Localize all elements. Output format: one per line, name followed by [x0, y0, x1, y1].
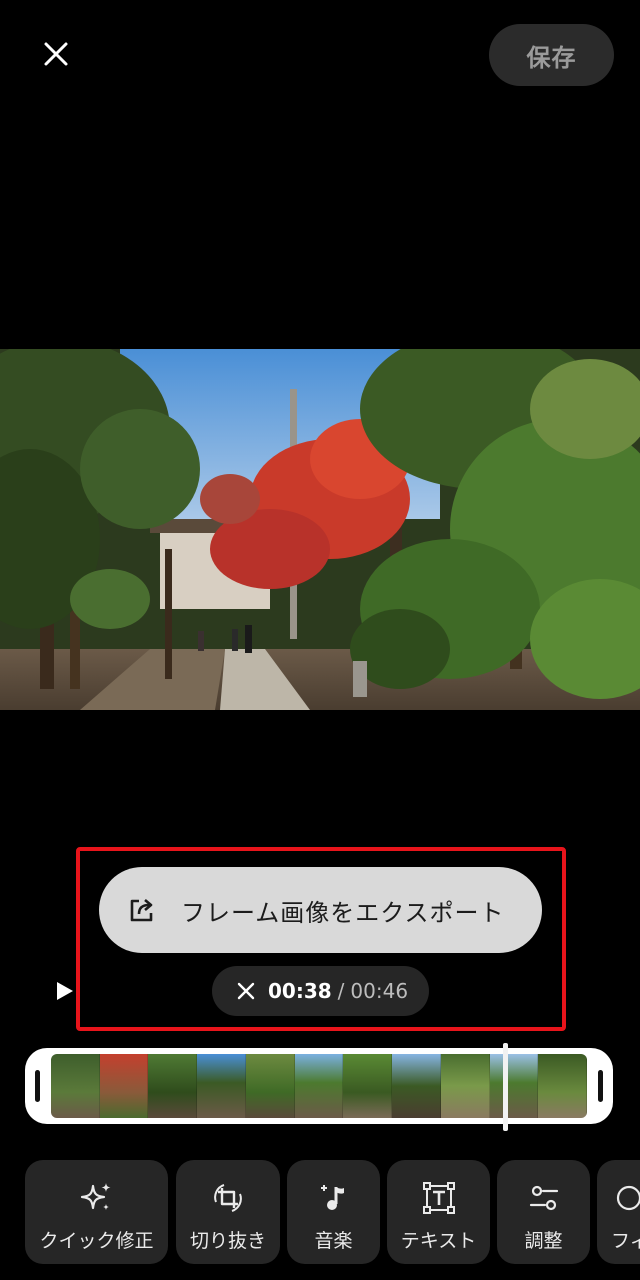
tool-music-label: 音楽: [314, 1230, 353, 1252]
film-frame: [489, 1054, 539, 1118]
crop-rotate-icon: [210, 1180, 246, 1216]
tool-crop[interactable]: 切り抜き: [176, 1160, 280, 1264]
film-frame: [440, 1054, 490, 1118]
tool-text-label: テキスト: [400, 1230, 477, 1252]
save-button[interactable]: 保存: [489, 24, 614, 86]
film-frame: [99, 1054, 149, 1118]
tool-quick-fix[interactable]: クイック修正: [25, 1160, 168, 1264]
film-frame: [245, 1054, 295, 1118]
film-frame: [148, 1054, 198, 1118]
close-button[interactable]: [28, 26, 84, 82]
tool-adjust-label: 調整: [524, 1230, 563, 1252]
tool-filter[interactable]: フィ: [597, 1160, 640, 1264]
film-frame: [51, 1054, 100, 1118]
tool-quick-fix-label: クイック修正: [39, 1230, 154, 1252]
export-frame-button[interactable]: フレーム画像をエクスポート: [99, 867, 542, 953]
export-frame-label: フレーム画像をエクスポート: [181, 898, 505, 927]
video-preview: [0, 349, 640, 710]
total-time: 00:46: [350, 979, 409, 1003]
tool-text[interactable]: テキスト: [387, 1160, 490, 1264]
adjust-icon: [526, 1180, 562, 1216]
timeline-scrubber[interactable]: [25, 1048, 613, 1124]
close-icon: [44, 42, 68, 66]
text-icon: [421, 1180, 457, 1216]
playhead[interactable]: [503, 1043, 508, 1131]
film-frame: [538, 1054, 587, 1118]
film-frame: [343, 1054, 393, 1118]
play-button[interactable]: [50, 976, 80, 1006]
filter-icon: [611, 1180, 640, 1216]
film-frame: [392, 1054, 441, 1118]
time-indicator: 00:38 / 00:46: [212, 966, 429, 1016]
tool-crop-label: 切り抜き: [189, 1230, 266, 1252]
tool-adjust[interactable]: 調整: [497, 1160, 590, 1264]
play-icon: [57, 982, 73, 1000]
share-export-icon: [127, 895, 157, 925]
trim-handle-start[interactable]: [35, 1070, 40, 1102]
film-frame: [294, 1054, 344, 1118]
trim-handle-end[interactable]: [598, 1070, 603, 1102]
tool-music[interactable]: 音楽: [287, 1160, 380, 1264]
tool-filter-label: フィ: [611, 1230, 640, 1252]
time-separator: /: [337, 979, 345, 1003]
music-note-icon: [316, 1180, 352, 1216]
sparkle-icon: [79, 1180, 115, 1216]
film-frame: [197, 1054, 246, 1118]
close-icon[interactable]: [236, 981, 256, 1001]
current-time: 00:38: [268, 979, 332, 1003]
